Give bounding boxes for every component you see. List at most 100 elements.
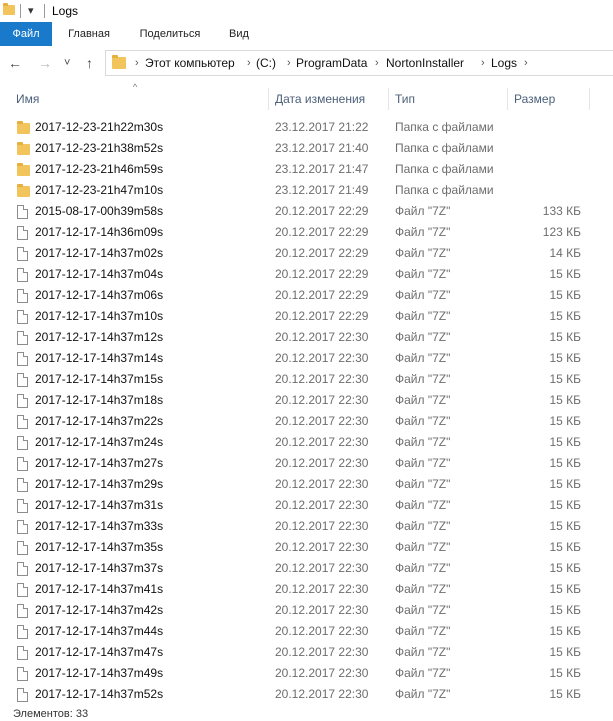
address-bar[interactable]: › Этот компьютер › (C:) › ProgramData › …: [105, 50, 613, 76]
file-row[interactable]: 2017-12-17-14h37m44s 20.12.2017 22:30 Файл…: [0, 621, 613, 642]
breadcrumb-separator-icon[interactable]: ›: [135, 56, 139, 71]
file-type: Файл "7Z": [395, 225, 451, 239]
file-size: 15 КБ: [549, 309, 581, 323]
folder-icon: [17, 163, 30, 176]
file-row[interactable]: 2017-12-23-21h22m30s 23.12.2017 21:22 Папк…: [0, 117, 613, 138]
file-type: Файл "7Z": [395, 330, 451, 344]
file-row[interactable]: 2017-12-17-14h37m27s 20.12.2017 22:30 Файл…: [0, 453, 613, 474]
file-row[interactable]: 2017-12-17-14h37m52s 20.12.2017 22:30 Файл…: [0, 684, 613, 705]
breadcrumb-nortoninstaller[interactable]: NortonInstaller: [386, 56, 464, 71]
tab-share[interactable]: Поделиться: [128, 22, 212, 46]
breadcrumb-logs[interactable]: Logs: [491, 56, 517, 71]
file-icon: [17, 457, 28, 471]
file-row[interactable]: 2017-12-17-14h37m15s 20.12.2017 22:30 Файл…: [0, 369, 613, 390]
folder-icon: [17, 184, 30, 197]
file-row[interactable]: 2017-12-17-14h37m12s 20.12.2017 22:30 Файл…: [0, 327, 613, 348]
breadcrumb-programdata[interactable]: ProgramData: [296, 56, 367, 71]
file-name: 2017-12-17-14h37m44s: [35, 624, 164, 638]
up-icon[interactable]: ↑: [86, 55, 93, 71]
file-icon: [17, 499, 28, 513]
file-name: 2017-12-17-14h37m06s: [35, 288, 164, 302]
ribbon-tabs: Файл Главная Поделиться Вид: [0, 22, 613, 47]
file-row[interactable]: 2017-12-23-21h46m59s 23.12.2017 21:47 Папк…: [0, 159, 613, 180]
file-row[interactable]: 2017-12-17-14h37m37s 20.12.2017 22:30 Файл…: [0, 558, 613, 579]
column-divider[interactable]: [388, 88, 389, 110]
column-header-size[interactable]: Размер: [514, 88, 555, 110]
file-row[interactable]: 2017-12-17-14h37m33s 20.12.2017 22:30 Файл…: [0, 516, 613, 537]
file-row[interactable]: 2017-12-17-14h37m22s 20.12.2017 22:30 Файл…: [0, 411, 613, 432]
file-size: 15 КБ: [549, 393, 581, 407]
tab-view[interactable]: Вид: [218, 22, 260, 46]
file-date: 20.12.2017 22:29: [275, 225, 369, 239]
file-icon: [17, 646, 28, 660]
file-name: 2017-12-17-14h37m42s: [35, 603, 164, 617]
file-row[interactable]: 2017-12-17-14h37m41s 20.12.2017 22:30 Файл…: [0, 579, 613, 600]
file-type: Файл "7Z": [395, 624, 451, 638]
file-row[interactable]: 2017-12-17-14h37m10s 20.12.2017 22:29 Файл…: [0, 306, 613, 327]
file-size: 133 КБ: [542, 204, 581, 218]
file-icon: [17, 562, 28, 576]
file-type: Файл "7Z": [395, 267, 451, 281]
file-size: 15 КБ: [549, 372, 581, 386]
breadcrumb-separator-icon[interactable]: ›: [375, 56, 379, 71]
file-date: 20.12.2017 22:29: [275, 246, 369, 260]
file-type: Файл "7Z": [395, 393, 451, 407]
file-name: 2017-12-17-14h36m09s: [35, 225, 164, 239]
file-row[interactable]: 2017-12-17-14h37m24s 20.12.2017 22:30 Файл…: [0, 432, 613, 453]
file-icon: [17, 373, 28, 387]
breadcrumb-this-pc[interactable]: Этот компьютер: [145, 56, 235, 71]
quick-access-toolbar-icon[interactable]: ▾: [28, 3, 34, 19]
file-size: 15 КБ: [549, 540, 581, 554]
column-header-name[interactable]: Имя: [16, 88, 39, 110]
file-size: 15 КБ: [549, 414, 581, 428]
file-type: Папка с файлами: [395, 141, 494, 155]
file-row[interactable]: 2017-12-17-14h37m31s 20.12.2017 22:30 Файл…: [0, 495, 613, 516]
file-type: Файл "7Z": [395, 603, 451, 617]
column-divider[interactable]: [589, 88, 590, 110]
file-row[interactable]: 2017-12-17-14h37m47s 20.12.2017 22:30 Файл…: [0, 642, 613, 663]
file-size: 15 КБ: [549, 456, 581, 470]
file-row[interactable]: 2017-12-23-21h47m10s 23.12.2017 21:49 Папк…: [0, 180, 613, 201]
breadcrumb-separator-icon[interactable]: ›: [247, 56, 251, 71]
file-row[interactable]: 2017-12-17-14h37m35s 20.12.2017 22:30 Файл…: [0, 537, 613, 558]
column-divider[interactable]: [268, 88, 269, 110]
file-date: 20.12.2017 22:30: [275, 603, 369, 617]
file-row[interactable]: 2017-12-23-21h38m52s 23.12.2017 21:40 Папк…: [0, 138, 613, 159]
file-row[interactable]: 2017-12-17-14h37m06s 20.12.2017 22:29 Файл…: [0, 285, 613, 306]
tab-file[interactable]: Файл: [0, 22, 52, 46]
file-name: 2017-12-17-14h37m22s: [35, 414, 164, 428]
file-date: 20.12.2017 22:30: [275, 393, 369, 407]
file-date: 20.12.2017 22:30: [275, 330, 369, 344]
breadcrumb-separator-icon[interactable]: ›: [481, 56, 485, 71]
file-size: 15 КБ: [549, 582, 581, 596]
file-size: 15 КБ: [549, 603, 581, 617]
file-row[interactable]: 2017-12-17-14h37m04s 20.12.2017 22:29 Файл…: [0, 264, 613, 285]
file-row[interactable]: 2017-12-17-14h36m09s 20.12.2017 22:29 Файл…: [0, 222, 613, 243]
breadcrumb-separator-icon[interactable]: ›: [524, 56, 528, 71]
column-header-type[interactable]: Тип: [395, 88, 415, 110]
file-type: Файл "7Z": [395, 477, 451, 491]
breadcrumb-drive-c[interactable]: (C:): [256, 56, 276, 71]
file-row[interactable]: 2017-12-17-14h37m42s 20.12.2017 22:30 Файл…: [0, 600, 613, 621]
recent-locations-icon[interactable]: ˅: [64, 55, 70, 71]
column-header-date[interactable]: Дата изменения: [275, 88, 365, 110]
file-icon: [17, 604, 28, 618]
file-type: Файл "7Z": [395, 435, 451, 449]
file-row[interactable]: 2017-12-17-14h37m18s 20.12.2017 22:30 Файл…: [0, 390, 613, 411]
file-row[interactable]: 2017-12-17-14h37m02s 20.12.2017 22:29 Файл…: [0, 243, 613, 264]
file-icon: [17, 268, 28, 282]
file-date: 23.12.2017 21:40: [275, 141, 369, 155]
file-row[interactable]: 2017-12-17-14h37m29s 20.12.2017 22:30 Файл…: [0, 474, 613, 495]
file-type: Файл "7Z": [395, 372, 451, 386]
file-date: 20.12.2017 22:29: [275, 267, 369, 281]
file-row[interactable]: 2015-08-17-00h39m58s 20.12.2017 22:29 Файл…: [0, 201, 613, 222]
breadcrumb-separator-icon[interactable]: ›: [287, 56, 291, 71]
file-row[interactable]: 2017-12-17-14h37m49s 20.12.2017 22:30 Файл…: [0, 663, 613, 684]
file-row[interactable]: 2017-12-17-14h37m14s 20.12.2017 22:30 Файл…: [0, 348, 613, 369]
tab-home[interactable]: Главная: [56, 22, 122, 46]
back-icon[interactable]: ←: [8, 55, 22, 71]
forward-icon[interactable]: →: [38, 55, 52, 71]
column-divider[interactable]: [507, 88, 508, 110]
file-date: 20.12.2017 22:29: [275, 288, 369, 302]
file-icon: [17, 688, 28, 702]
